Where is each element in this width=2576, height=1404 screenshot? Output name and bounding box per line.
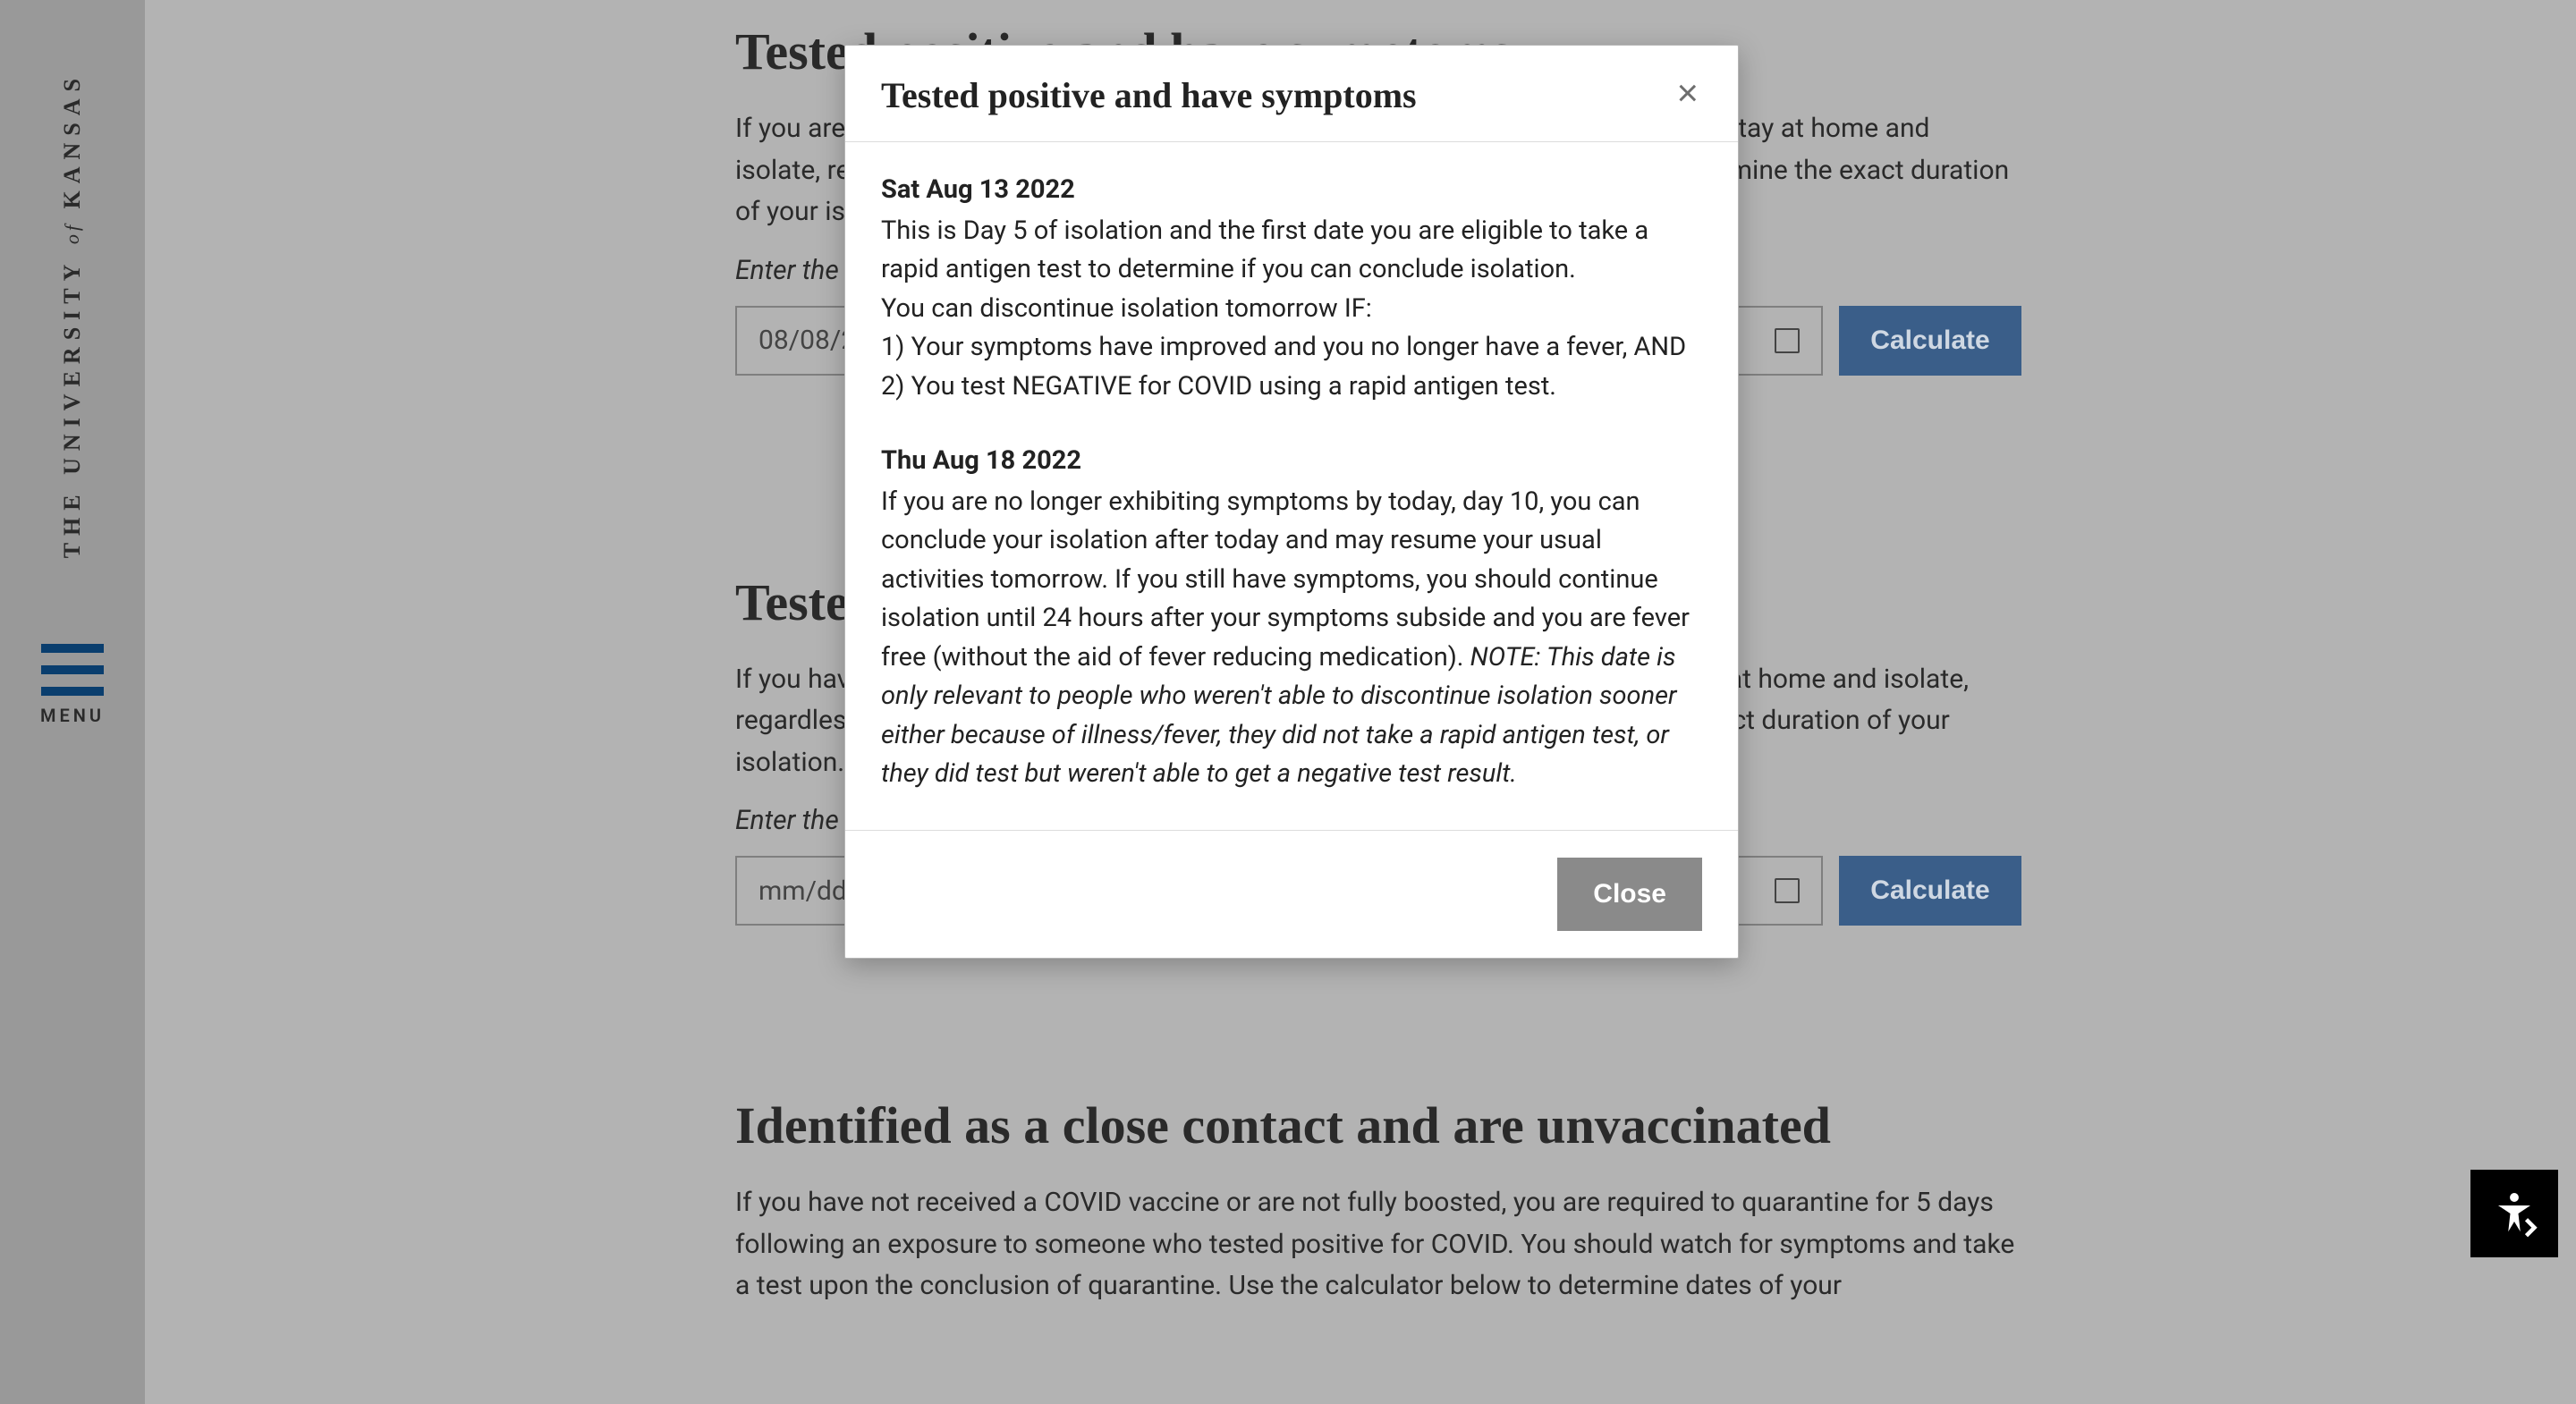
- modal-close-x-button[interactable]: ×: [1673, 74, 1702, 112]
- isolation-result-modal: Tested positive and have symptoms × Sat …: [844, 45, 1739, 959]
- modal-block1-line2: You can discontinue isolation tomorrow I…: [881, 293, 1372, 324]
- modal-block2-date: Thu Aug 18 2022: [881, 442, 1702, 481]
- accessibility-widget-button[interactable]: [2470, 1170, 2558, 1257]
- modal-title: Tested positive and have symptoms: [881, 74, 1417, 116]
- modal-footer: Close: [845, 830, 1738, 958]
- modal-body: Sat Aug 13 2022 This is Day 5 of isolati…: [845, 142, 1738, 830]
- modal-block1-date: Sat Aug 13 2022: [881, 171, 1702, 210]
- modal-block-1: Sat Aug 13 2022 This is Day 5 of isolati…: [881, 171, 1702, 406]
- modal-block1-line1: This is Day 5 of isolation and the first…: [881, 216, 1648, 285]
- modal-close-button[interactable]: Close: [1557, 858, 1702, 931]
- modal-header: Tested positive and have symptoms ×: [845, 46, 1738, 142]
- modal-block1-line4: 2) You test NEGATIVE for COVID using a r…: [881, 371, 1556, 402]
- accessibility-icon: [2490, 1189, 2538, 1238]
- modal-block1-line3: 1) Your symptoms have improved and you n…: [881, 332, 1686, 362]
- modal-block-2: Thu Aug 18 2022 If you are no longer exh…: [881, 442, 1702, 794]
